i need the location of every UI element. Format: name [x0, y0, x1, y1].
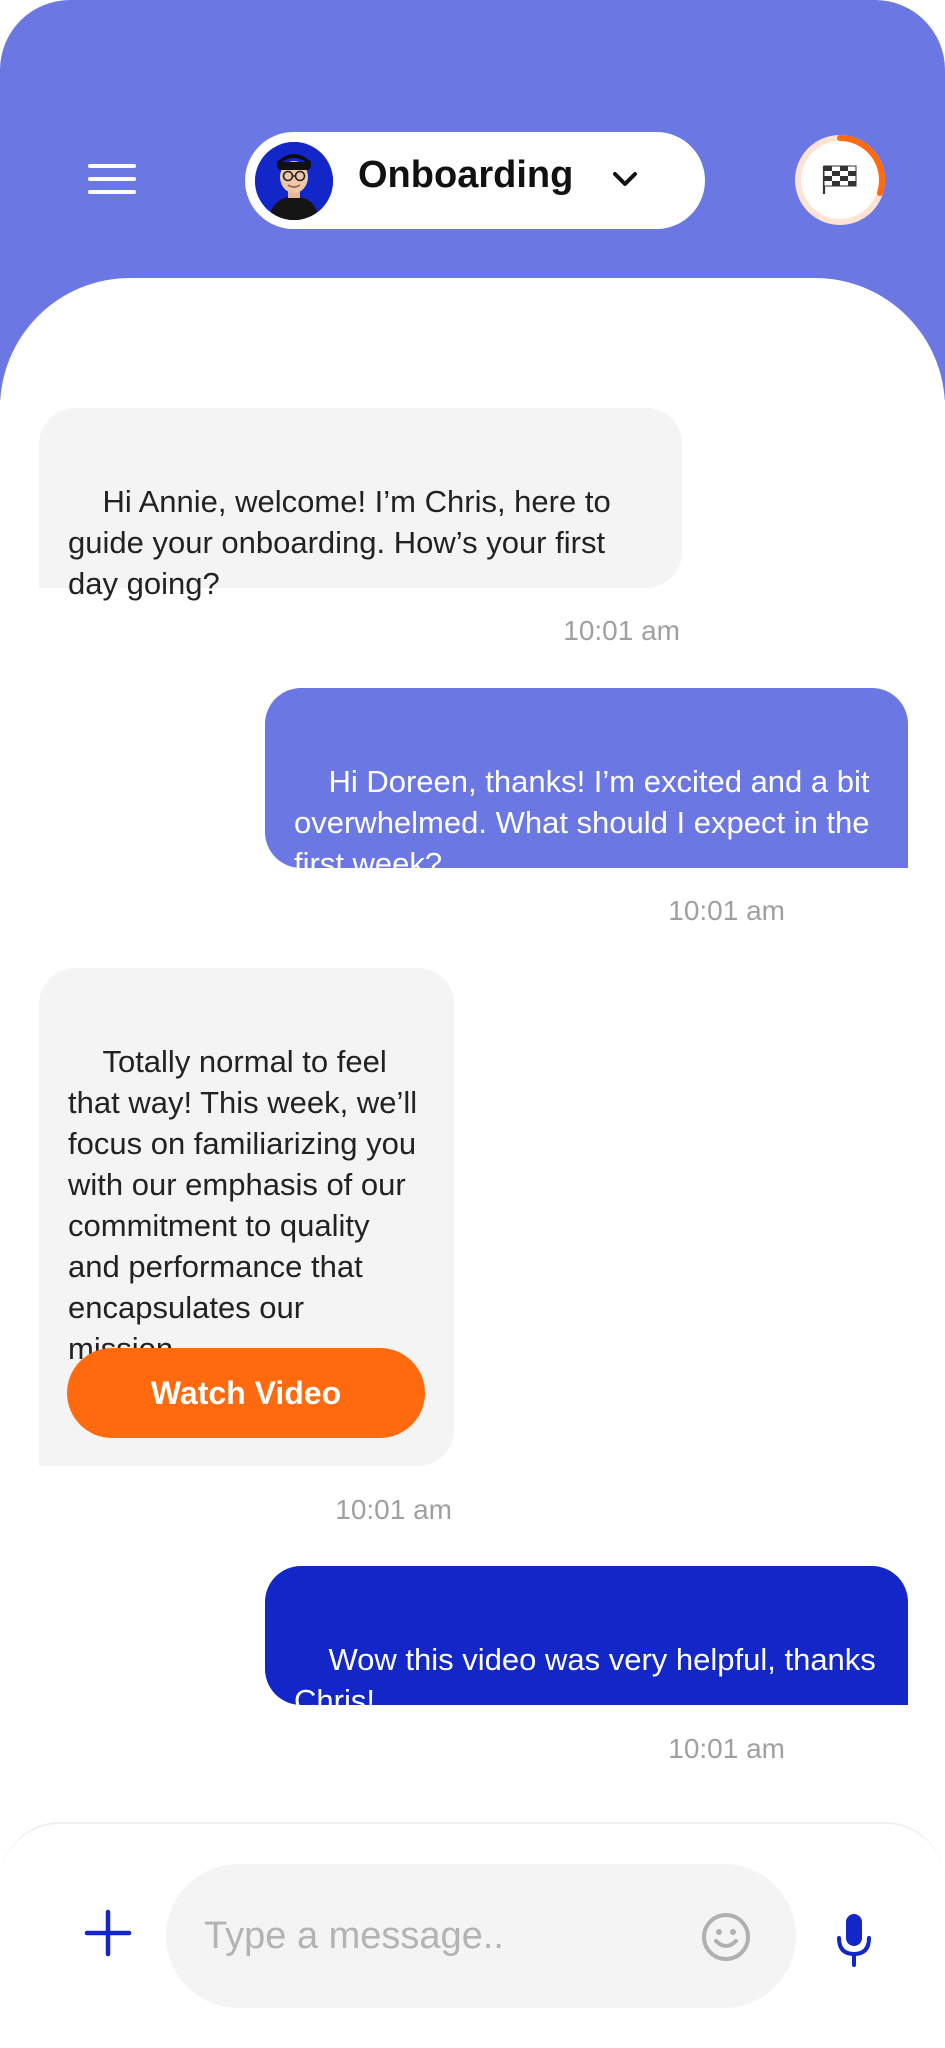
menu-button[interactable] — [82, 154, 142, 204]
message-bubble-outgoing: Wow this video was very helpful, thanks … — [265, 1566, 908, 1718]
message-text: Hi Doreen, thanks! I’m excited and a bit… — [294, 764, 879, 881]
watch-video-label: Watch Video — [150, 1374, 342, 1411]
chat-title: Onboarding — [358, 154, 574, 196]
message-timestamp: 10:01 am — [563, 615, 680, 646]
progress-badge[interactable] — [790, 130, 890, 230]
message-timestamp: 10:01 am — [335, 1494, 452, 1525]
chat-screen: Onboarding Hi Annie, welcome! I’m Chris,… — [0, 0, 945, 2048]
watch-video-button[interactable]: Watch Video — [67, 1348, 425, 1438]
message-text: Hi Annie, welcome! I’m Chris, here to gu… — [68, 484, 620, 601]
smiley-icon[interactable] — [700, 1911, 752, 1963]
chevron-down-icon[interactable] — [605, 160, 645, 200]
message-timestamp: 10:01 am — [668, 1733, 785, 1764]
avatar — [255, 142, 333, 220]
message-bubble-outgoing: Hi Doreen, thanks! I’m excited and a bit… — [265, 688, 908, 881]
message-bubble-incoming: Hi Annie, welcome! I’m Chris, here to gu… — [39, 408, 682, 601]
message-timestamp: 10:01 am — [668, 895, 785, 926]
hamburger-menu-icon — [88, 164, 136, 168]
plus-icon[interactable] — [83, 1908, 133, 1958]
microphone-icon[interactable] — [834, 1912, 874, 1968]
chat-selector-dropdown[interactable]: Onboarding — [245, 132, 705, 229]
person-avatar-icon — [255, 142, 333, 220]
message-text: Totally normal to feel that way! This we… — [68, 1044, 418, 1366]
